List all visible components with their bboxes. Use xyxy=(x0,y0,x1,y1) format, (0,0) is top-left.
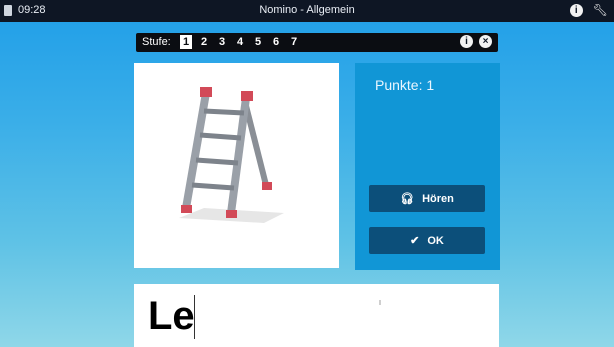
answer-text: Le xyxy=(148,294,195,338)
level-2[interactable]: 2 xyxy=(198,35,210,49)
ladder-illustration xyxy=(179,87,284,223)
window-title: Nomino - Allgemein xyxy=(259,4,355,16)
listen-button[interactable]: 🎧︎ Hören xyxy=(369,185,485,212)
headphones-icon: 🎧︎ xyxy=(400,193,415,205)
close-icon[interactable]: × xyxy=(479,35,492,48)
info-icon[interactable]: i xyxy=(569,3,583,17)
level-3[interactable]: 3 xyxy=(216,35,228,49)
top-bar-right: i 🔧︎ xyxy=(569,3,608,17)
top-bar: 09:28 Nomino - Allgemein i 🔧︎ xyxy=(0,0,614,22)
level-list: 1 2 3 4 5 6 7 xyxy=(180,35,300,49)
score-label: Punkte: 1 xyxy=(375,77,435,93)
level-info-icon[interactable]: i xyxy=(460,35,473,48)
level-5[interactable]: 5 xyxy=(252,35,264,49)
answer-field[interactable]: Le xyxy=(134,284,499,347)
level-label: Stufe: xyxy=(142,36,171,48)
checkmark-icon: ✔ xyxy=(410,235,420,247)
mouse-pointer-icon xyxy=(379,300,381,305)
level-bar-icons: i × xyxy=(460,35,492,48)
ok-button[interactable]: ✔ OK xyxy=(369,227,485,254)
level-4[interactable]: 4 xyxy=(234,35,246,49)
picture-card xyxy=(134,63,339,268)
wrench-icon[interactable]: 🔧︎ xyxy=(593,3,608,17)
score-panel: Punkte: 1 🎧︎ Hören ✔ OK xyxy=(355,63,500,270)
level-7[interactable]: 7 xyxy=(288,35,300,49)
level-6[interactable]: 6 xyxy=(270,35,282,49)
ok-button-label: OK xyxy=(427,234,444,247)
level-1[interactable]: 1 xyxy=(180,35,192,49)
listen-button-label: Hören xyxy=(422,192,454,205)
level-bar: Stufe: 1 2 3 4 5 6 7 i × xyxy=(136,33,498,52)
text-cursor xyxy=(194,295,195,339)
